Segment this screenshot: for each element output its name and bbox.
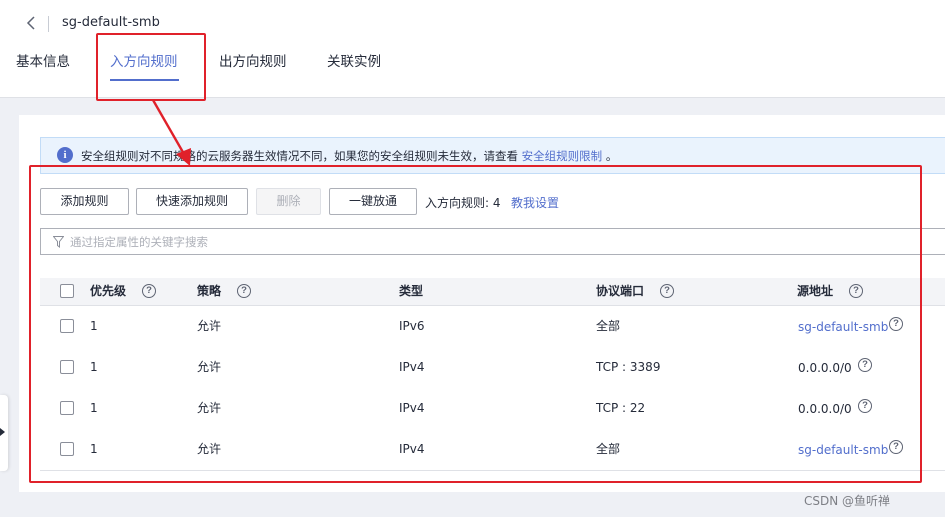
caret-right-icon (0, 428, 5, 436)
notice-message: 安全组规则对不同规格的云服务器生效情况不同，如果您的安全组规则未生效，请查看 (81, 149, 518, 163)
back-button[interactable] (22, 14, 38, 32)
chevron-left-icon (26, 16, 35, 30)
tab-basic-info[interactable]: 基本信息 (16, 50, 70, 74)
tab-outbound-rules[interactable]: 出方向规则 (219, 50, 287, 74)
annotation-box-rules (29, 165, 922, 483)
title-divider (48, 16, 49, 32)
side-panel-toggle[interactable] (0, 395, 8, 471)
info-icon: i (57, 147, 73, 163)
annotation-arrow-icon (151, 99, 191, 166)
page-title: sg-default-smb (62, 15, 160, 30)
tab-associated-instances[interactable]: 关联实例 (327, 50, 381, 74)
watermark: CSDN @鱼听禅 (804, 494, 891, 508)
notice-suffix: 。 (605, 149, 618, 163)
rule-limit-link[interactable]: 安全组规则限制 (522, 149, 603, 163)
annotation-box-tab (96, 33, 206, 101)
